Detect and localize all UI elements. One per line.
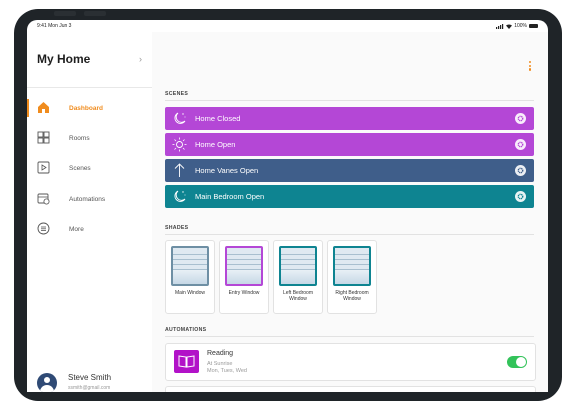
window-shade-icon [333,246,371,286]
main-content: SCENES Home Closed Home Open Home Vanes … [152,32,548,392]
volume-button [84,11,106,16]
nav-item-rooms[interactable]: Rooms [27,123,152,153]
section-title-scenes: SCENES [165,91,189,97]
book-icon [174,350,199,373]
automation-days: Mon, Tues, Wed [207,368,247,374]
nav-label: Rooms [69,134,90,142]
gear-icon[interactable] [515,191,526,202]
shade-label: Left Bedroom Window [282,290,314,302]
automation-reading[interactable]: Reading At Sunrise Mon, Tues, Wed [165,343,536,381]
user-profile[interactable]: Steve Smith ssmith@gmail.com [37,370,147,392]
avatar [37,373,57,392]
automation-title: Reading [207,350,234,357]
play-square-icon [37,161,50,174]
scene-label: Home Closed [195,114,241,123]
screen: 9:41 Mon Jun 3 100% My Home › Dashboard [27,20,548,392]
battery-icon [529,24,538,28]
status-right: 100% [496,23,538,29]
window-shade-icon [225,246,263,286]
scene-label: Home Open [195,140,236,149]
scene-home-closed[interactable]: Home Closed [165,107,534,130]
gear-icon[interactable] [515,165,526,176]
sun-icon [172,137,187,152]
divider [165,336,534,337]
section-title-shades: SHADES [165,225,189,231]
shade-entry-window[interactable]: Entry Window [219,240,269,314]
status-time: 9:41 Mon Jun 3 [37,23,72,29]
nav-label: Automations [69,195,106,203]
nav-item-dashboard[interactable]: Dashboard [27,93,152,123]
automation-time: At Sunrise [207,361,233,367]
shade-main-window[interactable]: Main Window [165,240,215,314]
sidebar: My Home › Dashboard Rooms Scenes Automat… [27,32,153,392]
divider [165,234,534,235]
scene-home-open[interactable]: Home Open [165,133,534,156]
scene-main-bedroom-open[interactable]: Main Bedroom Open [165,185,534,208]
signal-icon [496,23,504,29]
house-icon [38,102,49,113]
moon-stars-icon [174,190,186,202]
more-circle-icon [37,222,50,235]
shade-label: Main Window [174,290,205,296]
window-shade-icon [171,246,209,286]
nav-label: Scenes [69,164,91,172]
scene-home-vanes-open[interactable]: Home Vanes Open [165,159,534,182]
scene-label: Home Vanes Open [195,166,259,175]
window-shade-icon [279,246,317,286]
automation-toggle[interactable] [507,356,527,368]
automation-card-partial[interactable] [165,386,536,392]
nav-item-scenes[interactable]: Scenes [27,153,152,183]
moon-stars-icon [174,112,186,124]
home-selector[interactable]: My Home › [37,52,142,66]
scene-label: Main Bedroom Open [195,192,265,201]
divider [165,100,534,101]
section-title-automations: AUTOMATIONS [165,327,207,333]
arrow-up-icon [174,163,185,177]
user-email: ssmith@gmail.com [68,385,111,391]
shade-right-bedroom-window[interactable]: Right Bedroom Window [327,240,377,314]
nav-item-automations[interactable]: Automations [27,184,152,214]
wifi-icon [506,24,513,29]
nav-label: More [69,225,84,233]
user-name: Steve Smith [68,373,112,382]
calendar-clock-icon [37,193,50,205]
nav-item-more[interactable]: More [27,214,152,244]
gear-icon[interactable] [515,113,526,124]
grid-icon [37,131,50,144]
gear-icon[interactable] [515,139,526,150]
volume-button [54,11,76,16]
shade-label: Right Bedroom Window [335,290,369,302]
kebab-menu-icon[interactable] [529,61,532,71]
active-indicator [27,99,29,117]
nav-label: Dashboard [69,104,103,112]
home-title: My Home [37,52,91,66]
shade-left-bedroom-window[interactable]: Left Bedroom Window [273,240,323,314]
battery-percent: 100% [514,23,527,29]
chevron-right-icon: › [139,54,142,64]
status-bar: 9:41 Mon Jun 3 100% [27,20,548,32]
divider [27,87,152,88]
shade-label: Entry Window [228,290,260,296]
